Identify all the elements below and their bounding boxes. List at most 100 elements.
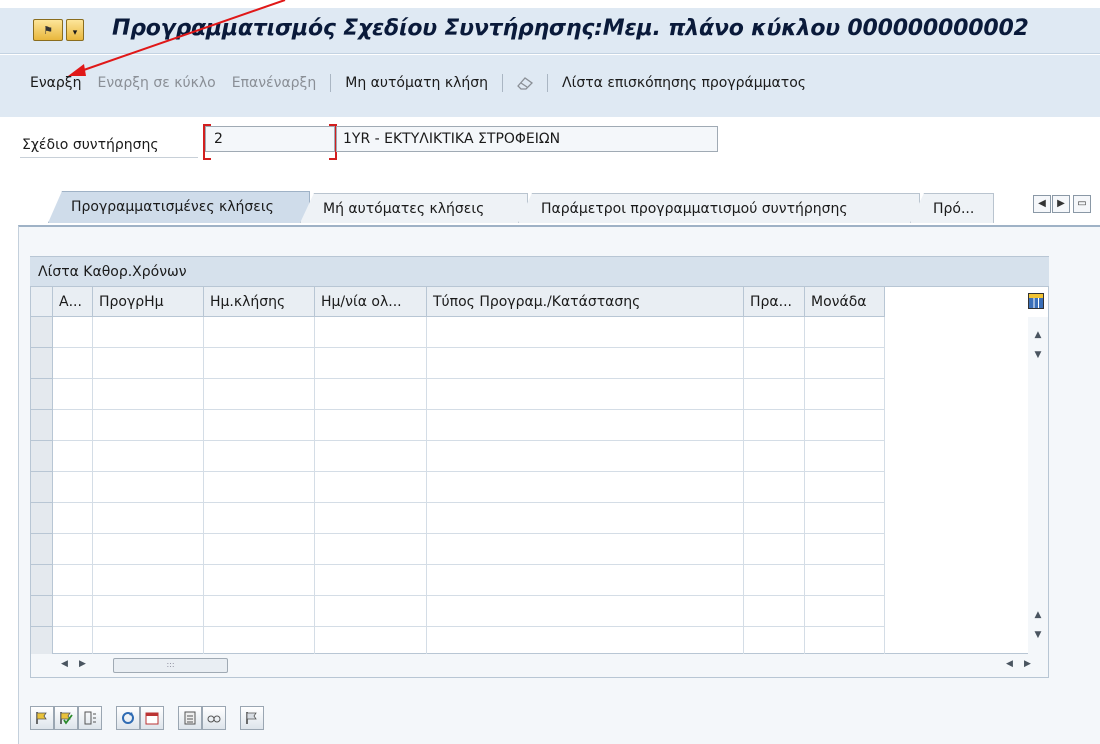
restart-button[interactable]: Επανέναρξη xyxy=(224,75,325,91)
select-all-cell[interactable] xyxy=(31,287,53,317)
table-row[interactable] xyxy=(53,410,885,441)
table-cell[interactable] xyxy=(805,317,885,348)
tab-scheduling-parameters[interactable]: Παράμετροι προγραμματισμού συντήρησης xyxy=(518,193,920,223)
overview-list-button[interactable]: Λίστα επισκόπησης προγράμματος xyxy=(554,75,814,91)
row-selector[interactable] xyxy=(31,472,53,503)
table-cell[interactable] xyxy=(315,503,427,534)
table-cell[interactable] xyxy=(93,503,204,534)
table-cell[interactable] xyxy=(315,379,427,410)
table-cell[interactable] xyxy=(53,317,93,348)
table-cell[interactable] xyxy=(53,348,93,379)
table-cell[interactable] xyxy=(805,472,885,503)
system-menu-icon[interactable]: ⚑ xyxy=(33,19,63,41)
table-row[interactable] xyxy=(53,441,885,472)
glasses-icon[interactable] xyxy=(202,706,226,730)
column-header[interactable]: Ημ.κλήσης xyxy=(204,287,315,317)
table-cell[interactable] xyxy=(315,410,427,441)
manual-call-button[interactable]: Μη αυτόματη κλήση xyxy=(337,75,496,91)
table-cell[interactable] xyxy=(427,503,744,534)
table-cell[interactable] xyxy=(805,348,885,379)
table-cell[interactable] xyxy=(315,472,427,503)
row-selector[interactable] xyxy=(31,534,53,565)
eraser-icon[interactable] xyxy=(509,74,541,92)
table-cell[interactable] xyxy=(427,441,744,472)
table-cell[interactable] xyxy=(204,596,315,627)
calculator-icon[interactable] xyxy=(178,706,202,730)
table-cell[interactable] xyxy=(93,379,204,410)
table-cell[interactable] xyxy=(315,596,427,627)
scroll-up-icon[interactable]: ▲ xyxy=(1032,609,1044,621)
table-cell[interactable] xyxy=(744,317,805,348)
table-row[interactable] xyxy=(53,379,885,410)
table-row[interactable] xyxy=(53,317,885,348)
table-cell[interactable] xyxy=(427,565,744,596)
flag-settings-icon[interactable] xyxy=(240,706,264,730)
table-cell[interactable] xyxy=(204,317,315,348)
column-header[interactable]: Ημ/νία ολ... xyxy=(315,287,427,317)
scroll-thumb[interactable]: ::: xyxy=(113,658,228,673)
table-cell[interactable] xyxy=(744,379,805,410)
row-selector[interactable] xyxy=(31,348,53,379)
row-selector[interactable] xyxy=(31,565,53,596)
table-cell[interactable] xyxy=(93,596,204,627)
table-cell[interactable] xyxy=(93,441,204,472)
calendar-icon[interactable] xyxy=(140,706,164,730)
scroll-down-icon[interactable]: ▼ xyxy=(1032,629,1044,641)
row-selector[interactable] xyxy=(31,503,53,534)
table-cell[interactable] xyxy=(53,596,93,627)
table-cell[interactable] xyxy=(744,441,805,472)
column-header[interactable]: Α... xyxy=(53,287,93,317)
table-cell[interactable] xyxy=(53,472,93,503)
table-cell[interactable] xyxy=(744,534,805,565)
refresh-icon[interactable] xyxy=(116,706,140,730)
scroll-right-icon[interactable]: ▶ xyxy=(1024,659,1031,669)
row-selector[interactable] xyxy=(31,317,53,348)
table-cell[interactable] xyxy=(204,503,315,534)
table-cell[interactable] xyxy=(805,534,885,565)
table-row[interactable] xyxy=(53,503,885,534)
tab-more[interactable]: Πρό... xyxy=(910,193,994,223)
table-cell[interactable] xyxy=(805,410,885,441)
column-header[interactable]: Τύπος Προγραμ./Κατάστασης xyxy=(427,287,744,317)
table-cell[interactable] xyxy=(427,410,744,441)
table-cell[interactable] xyxy=(315,348,427,379)
table-row[interactable] xyxy=(53,534,885,565)
table-cell[interactable] xyxy=(93,348,204,379)
table-cell[interactable] xyxy=(744,410,805,441)
tab-list-icon[interactable]: ▭ xyxy=(1073,195,1091,213)
table-cell[interactable] xyxy=(204,472,315,503)
table-cell[interactable] xyxy=(744,503,805,534)
table-cell[interactable] xyxy=(427,534,744,565)
scroll-down-icon[interactable]: ▼ xyxy=(1032,349,1044,361)
table-cell[interactable] xyxy=(93,565,204,596)
table-cell[interactable] xyxy=(744,472,805,503)
table-cell[interactable] xyxy=(53,503,93,534)
table-cell[interactable] xyxy=(53,565,93,596)
table-row[interactable] xyxy=(53,565,885,596)
start-button[interactable]: Εναρξη xyxy=(22,75,89,91)
table-cell[interactable] xyxy=(427,596,744,627)
table-cell[interactable] xyxy=(204,348,315,379)
scroll-left-icon[interactable]: ◀ xyxy=(61,659,68,669)
table-cell[interactable] xyxy=(427,472,744,503)
table-cell[interactable] xyxy=(53,410,93,441)
table-cell[interactable] xyxy=(93,472,204,503)
table-cell[interactable] xyxy=(744,596,805,627)
table-cell[interactable] xyxy=(805,503,885,534)
table-cell[interactable] xyxy=(204,565,315,596)
table-cell[interactable] xyxy=(427,317,744,348)
table-cell[interactable] xyxy=(204,441,315,472)
tab-manual-calls[interactable]: Μή αυτόματες κλήσεις xyxy=(300,193,528,223)
table-cell[interactable] xyxy=(315,534,427,565)
row-selector[interactable] xyxy=(31,596,53,627)
table-cell[interactable] xyxy=(204,534,315,565)
table-cell[interactable] xyxy=(805,596,885,627)
table-cell[interactable] xyxy=(204,410,315,441)
table-cell[interactable] xyxy=(427,348,744,379)
row-selector[interactable] xyxy=(31,379,53,410)
table-cell[interactable] xyxy=(53,534,93,565)
column-settings-icon[interactable] xyxy=(1028,293,1044,309)
table-cell[interactable] xyxy=(805,565,885,596)
table-row[interactable] xyxy=(53,472,885,503)
column-header[interactable]: Μονάδα xyxy=(805,287,885,317)
